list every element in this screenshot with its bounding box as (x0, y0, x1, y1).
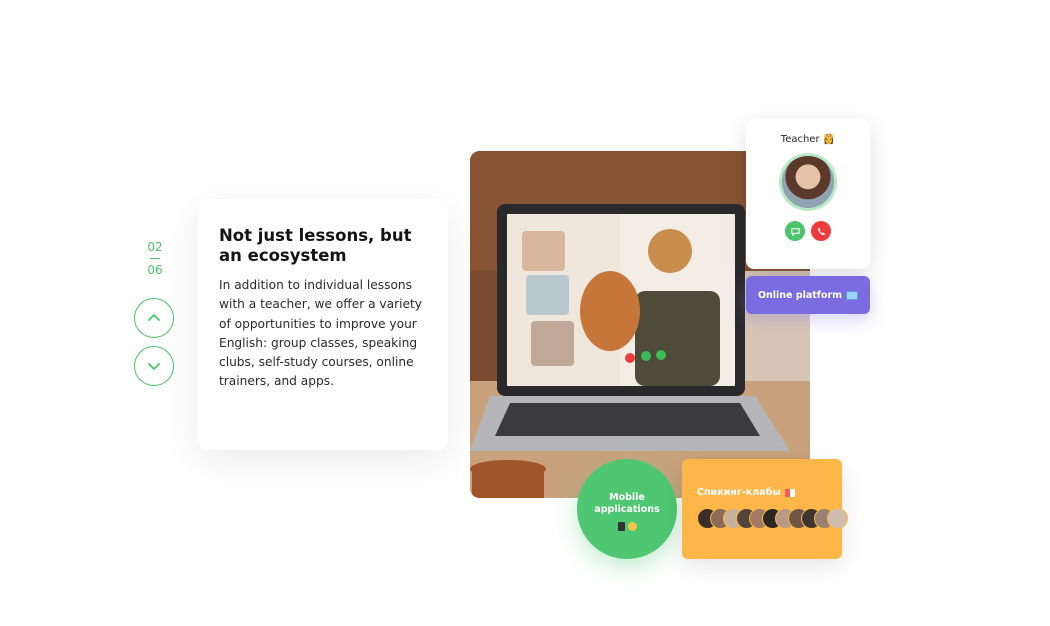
call-controls (746, 221, 870, 241)
teacher-title: Teacher 👸 (780, 134, 836, 145)
mobile-applications-label: Mobile applications (577, 492, 677, 516)
speaking-clubs-label: Спикинг-клабы (697, 487, 781, 498)
end-call-button[interactable] (811, 221, 831, 241)
mobile-label-line2: applications (594, 504, 660, 515)
laptop-icon (846, 290, 859, 300)
avatar (827, 508, 848, 529)
mobile-applications-badge[interactable]: Mobile applications (577, 459, 677, 559)
phone-icon (617, 522, 625, 531)
mobile-label-line1: Mobile (609, 492, 645, 503)
chat-icon (790, 227, 800, 236)
person-icon (627, 522, 637, 531)
slide-counter: 02 06 (134, 240, 176, 277)
chevron-up-icon (148, 314, 160, 321)
teacher-avatar (779, 153, 837, 211)
slide-counter-divider (150, 258, 160, 259)
speaking-clubs-title: Спикинг-клабы (697, 487, 842, 498)
online-platform-label: Online platform (757, 289, 843, 301)
mobile-emojis (577, 522, 677, 531)
slide-current: 02 (147, 240, 163, 254)
teacher-call-card: Teacher 👸 (746, 119, 870, 269)
previous-slide-button[interactable] (134, 298, 174, 338)
chevron-down-icon (148, 363, 160, 370)
phone-end-icon (817, 227, 825, 235)
chat-button[interactable] (785, 221, 805, 241)
speaking-clubs-card[interactable]: Спикинг-клабы (682, 459, 848, 559)
next-slide-button[interactable] (134, 346, 174, 386)
card-title: Not just lessons, but an ecosystem (219, 226, 412, 265)
flag-icon (784, 488, 795, 497)
slide-total: 06 (147, 263, 163, 277)
ecosystem-card: Not just lessons, but an ecosystem In ad… (198, 199, 448, 450)
online-platform-badge[interactable]: Online platform (746, 276, 870, 314)
card-description: In addition to individual lessons with a… (219, 278, 422, 389)
participant-avatars (697, 508, 848, 529)
